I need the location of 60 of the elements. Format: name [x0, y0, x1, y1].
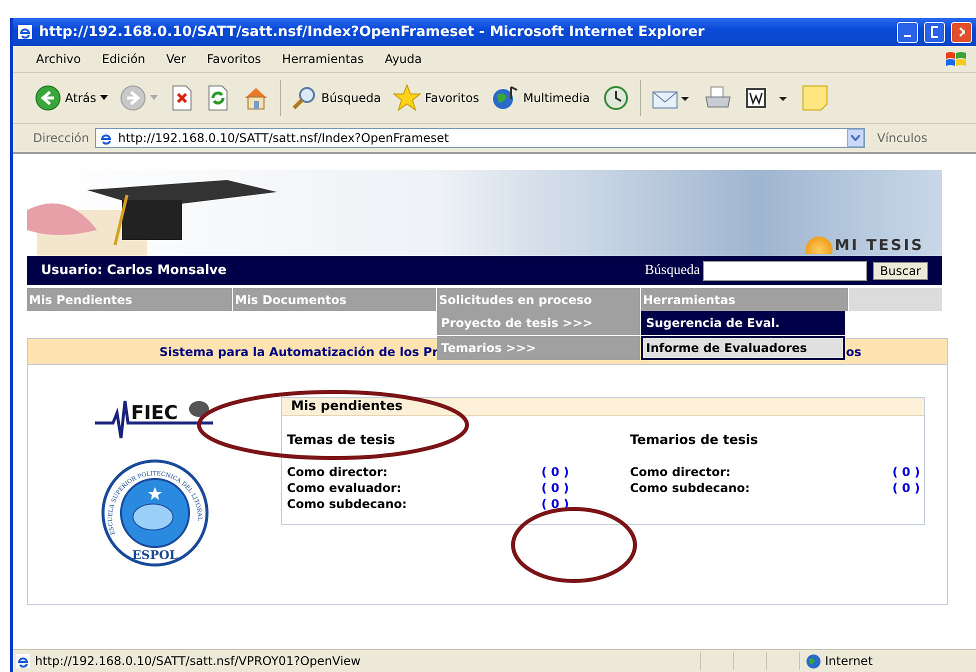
pending-label: Como evaluador: — [287, 481, 402, 495]
fiec-logo: FIEC — [94, 393, 214, 445]
caret-icon — [150, 95, 158, 101]
back-icon — [35, 85, 61, 111]
maximize-button[interactable] — [924, 22, 945, 42]
submenu-item[interactable]: Sugerencia de Eval. — [641, 311, 845, 335]
refresh-icon — [206, 85, 230, 111]
menu-item[interactable]: Archivo — [33, 50, 84, 68]
pending-label: Como director: — [287, 465, 388, 479]
minimize-icon — [904, 35, 911, 37]
status-url: http://192.168.0.10/SATT/satt.nsf/VPROY01?OpenView — [35, 654, 362, 668]
count-link[interactable]: ( 0 ) — [892, 465, 920, 479]
pending-label: Como director: — [630, 465, 731, 479]
menu-item[interactable]: Ver — [163, 50, 189, 68]
column-heading: Temarios de tesis — [630, 433, 759, 448]
menu-item[interactable]: Edición — [98, 50, 148, 68]
menu-item[interactable]: Ayuda — [382, 50, 425, 68]
forward-icon — [120, 85, 146, 111]
favorites-icon — [392, 84, 421, 112]
security-zone: Internet — [825, 654, 873, 668]
window-title: http://192.168.0.10/SATT/satt.nsf/Index?OpenFrameset - Microsoft Internet Explorer — [39, 24, 706, 40]
browser-icon — [17, 24, 33, 40]
menu-item[interactable]: Herramientas — [279, 50, 367, 68]
search-label: Búsqueda — [644, 262, 700, 278]
globe-icon — [806, 654, 821, 668]
note-icon — [800, 84, 829, 112]
banner-text: os — [846, 344, 862, 358]
pending-label: Como subdecano: — [287, 497, 407, 511]
search-button[interactable]: Buscar — [873, 262, 928, 280]
menu-item[interactable]: Favoritos — [204, 50, 264, 68]
header-logo: MI TESIS — [804, 236, 924, 254]
minimize-button[interactable] — [897, 22, 918, 42]
search-icon — [291, 85, 318, 111]
submenu-item[interactable]: Informe de Evaluadores — [641, 336, 845, 360]
user-name: Usuario: Carlos Monsalve — [41, 263, 228, 278]
banner-text: Sistema para la Automatización de los Pr — [159, 344, 438, 358]
favorites-button[interactable]: Favoritos — [390, 82, 482, 114]
stop-icon — [170, 85, 194, 111]
address-label: Dirección — [33, 131, 90, 145]
media-icon — [491, 85, 520, 111]
close-icon — [958, 26, 965, 38]
count-link[interactable]: ( 0 ) — [541, 481, 569, 495]
count-link[interactable]: ( 0 ) — [892, 481, 920, 495]
close-button[interactable] — [951, 22, 972, 42]
maximize-icon — [931, 26, 938, 38]
column-heading: Temas de tesis — [287, 433, 396, 448]
search-button[interactable]: Búsqueda — [289, 83, 383, 113]
edit-icon — [744, 85, 789, 111]
caret-icon — [100, 95, 108, 101]
forward-button[interactable] — [118, 83, 160, 113]
pending-label: Como subdecano: — [630, 481, 750, 495]
back-button[interactable]: Atrás — [33, 83, 110, 113]
links-button[interactable]: Vínculos — [877, 131, 928, 145]
media-button[interactable]: Multimedia — [489, 83, 592, 113]
panel-title: Mis pendientes — [282, 398, 924, 416]
count-link[interactable]: ( 0 ) — [541, 465, 569, 479]
search-field[interactable] — [703, 260, 868, 280]
history-icon — [602, 85, 630, 111]
address-field[interactable]: http://192.168.0.10/SATT/satt.nsf/Index?OpenFrameset — [95, 128, 866, 148]
page-icon — [15, 653, 31, 669]
